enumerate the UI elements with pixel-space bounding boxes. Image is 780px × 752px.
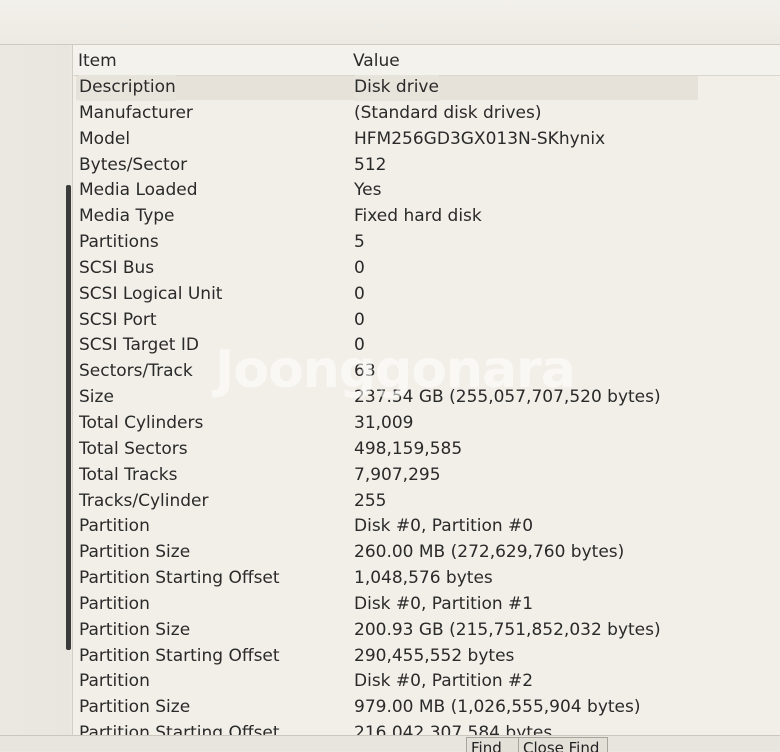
row-value: Disk #0, Partition #0 bbox=[354, 516, 534, 537]
table-row[interactable]: Tracks/Cylinder 255 bbox=[73, 489, 780, 515]
row-value: 7,907,295 bbox=[354, 464, 441, 485]
row-value: HFM256GD3GX013N-SKhynix bbox=[354, 128, 606, 149]
row-item-label: Total Cylinders bbox=[79, 412, 204, 433]
table-row[interactable]: Partition Starting Offset 290,455,552 byt… bbox=[73, 644, 780, 670]
row-item-label: Model bbox=[79, 128, 131, 149]
row-value: 498,159,585 bbox=[354, 438, 463, 459]
row-value: 512 bbox=[354, 154, 387, 175]
row-value: Disk #0, Partition #2 bbox=[354, 671, 534, 692]
row-item-label: Description bbox=[79, 75, 176, 101]
row-item-label: SCSI Port bbox=[79, 309, 157, 330]
table-row[interactable]: Total Tracks 7,907,295 bbox=[73, 463, 780, 489]
table-row[interactable]: Partition Disk #0, Partition #2 bbox=[73, 669, 780, 695]
row-item-label: Bytes/Sector bbox=[79, 154, 188, 175]
table-row[interactable]: Model HFM256GD3GX013N-SKhynix bbox=[73, 127, 780, 153]
table-row[interactable]: Partitions 5 bbox=[73, 230, 780, 256]
row-item-label: Partition bbox=[79, 671, 150, 692]
table-row[interactable]: Partition Disk #0, Partition #1 bbox=[73, 592, 780, 618]
row-item-label: Total Tracks bbox=[79, 464, 178, 485]
row-value: 5 bbox=[354, 232, 365, 253]
table-row[interactable]: SCSI Logical Unit 0 bbox=[73, 282, 780, 308]
table-row[interactable]: Partition Size 200.93 GB (215,751,852,032… bbox=[73, 618, 780, 644]
row-value: 0 bbox=[354, 257, 365, 278]
row-item-label: Partitions bbox=[79, 232, 159, 253]
table-row[interactable]: Manufacturer (Standard disk drives) bbox=[73, 101, 780, 127]
row-value: (Standard disk drives) bbox=[354, 102, 542, 123]
row-item-label: Partition Size bbox=[79, 697, 191, 718]
table-row[interactable]: Media Loaded Yes bbox=[73, 178, 780, 204]
category-tree-pane[interactable] bbox=[0, 45, 70, 750]
row-value: 260.00 MB (272,629,760 bytes) bbox=[354, 542, 625, 563]
table-row[interactable]: Media Type Fixed hard disk bbox=[73, 204, 780, 230]
row-item-label: Tracks/Cylinder bbox=[79, 490, 209, 511]
row-value: Disk #0, Partition #1 bbox=[354, 593, 534, 614]
find-bar: Find Close Find bbox=[0, 735, 780, 752]
list-rows: Description Disk drive Manufacturer (Standa… bbox=[73, 75, 780, 735]
row-value: 255 bbox=[354, 490, 387, 511]
row-item-label: Size bbox=[79, 387, 114, 408]
row-value: 0 bbox=[354, 283, 365, 304]
row-item-label: Sectors/Track bbox=[79, 361, 193, 382]
row-value: Fixed hard disk bbox=[354, 206, 482, 227]
row-value: 200.93 GB (215,751,852,032 bytes) bbox=[354, 619, 661, 640]
row-item-label: SCSI Logical Unit bbox=[79, 283, 223, 304]
column-header-value[interactable]: Value bbox=[353, 51, 400, 71]
row-item-label: Partition bbox=[79, 593, 150, 614]
table-row[interactable]: Description Disk drive bbox=[73, 75, 780, 101]
row-value: 216,042,307,584 bytes bbox=[354, 723, 553, 735]
table-row[interactable]: Partition Disk #0, Partition #0 bbox=[73, 514, 780, 540]
row-value: 979.00 MB (1,026,555,904 bytes) bbox=[354, 697, 641, 718]
row-item-label: Partition Size bbox=[79, 619, 191, 640]
window-top-area bbox=[0, 0, 780, 45]
row-item-label: Partition Starting Offset bbox=[79, 568, 280, 589]
row-value: 0 bbox=[354, 309, 365, 330]
table-row[interactable]: Total Sectors 498,159,585 bbox=[73, 437, 780, 463]
watermark: Joonggonara bbox=[215, 340, 576, 400]
row-item-label: Manufacturer bbox=[79, 102, 193, 123]
table-row[interactable]: Bytes/Sector 512 bbox=[73, 153, 780, 179]
row-item-label: Partition Starting Offset bbox=[79, 645, 280, 666]
list-header: Item Value bbox=[73, 45, 780, 76]
table-row[interactable]: SCSI Port 0 bbox=[73, 308, 780, 334]
table-row[interactable]: Partition Size 260.00 MB (272,629,760 byt… bbox=[73, 540, 780, 566]
row-value: Disk drive bbox=[354, 75, 439, 101]
row-value: 31,009 bbox=[354, 412, 414, 433]
row-item-label: Partition Size bbox=[79, 542, 191, 563]
row-value: 290,455,552 bytes bbox=[354, 645, 515, 666]
row-value: Yes bbox=[354, 180, 382, 201]
row-item-label: Partition Starting Offset bbox=[79, 723, 280, 735]
table-row[interactable]: Total Cylinders 31,009 bbox=[73, 411, 780, 437]
column-header-item[interactable]: Item bbox=[78, 51, 117, 71]
table-row[interactable]: Partition Starting Offset 216,042,307,584… bbox=[73, 721, 780, 735]
row-item-label: Partition bbox=[79, 516, 150, 537]
tree-scrollbar[interactable] bbox=[66, 185, 71, 650]
row-item-label: Total Sectors bbox=[79, 438, 188, 459]
row-item-label: SCSI Target ID bbox=[79, 335, 199, 356]
table-row[interactable]: Partition Starting Offset 1,048,576 bytes bbox=[73, 566, 780, 592]
table-row[interactable]: SCSI Bus 0 bbox=[73, 256, 780, 282]
row-value: 1,048,576 bytes bbox=[354, 568, 493, 589]
table-row[interactable]: Partition Size 979.00 MB (1,026,555,904 b… bbox=[73, 695, 780, 721]
row-item-label: Media Type bbox=[79, 206, 175, 227]
row-item-label: SCSI Bus bbox=[79, 257, 155, 278]
row-item-label: Media Loaded bbox=[79, 180, 198, 201]
